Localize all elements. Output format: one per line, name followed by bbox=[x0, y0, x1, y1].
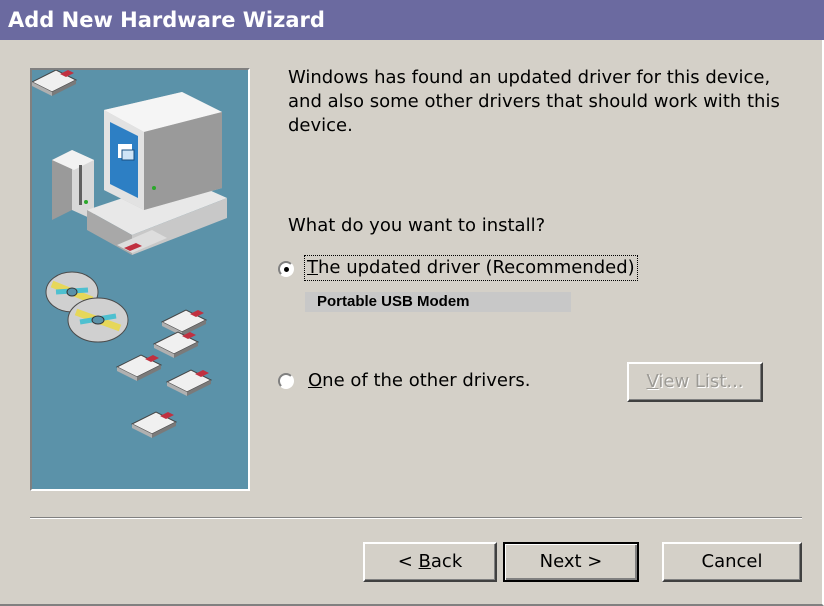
separator bbox=[30, 517, 802, 519]
accelerator-key: O bbox=[308, 370, 323, 391]
cancel-button[interactable]: Cancel bbox=[662, 542, 802, 582]
title-bar[interactable]: Add New Hardware Wizard bbox=[0, 0, 824, 40]
other-drivers-label[interactable]: One of the other drivers. bbox=[308, 369, 530, 393]
radio-selected-dot bbox=[284, 267, 289, 272]
install-question: What do you want to install? bbox=[288, 215, 546, 236]
intro-text: Windows has found an updated driver for … bbox=[288, 67, 780, 136]
wizard-illustration bbox=[30, 68, 250, 491]
view-list-label: iew List... bbox=[658, 371, 744, 392]
radio-updated-driver[interactable] bbox=[278, 261, 294, 277]
device-name-box: Portable USB Modem bbox=[305, 292, 571, 312]
accelerator-key: V bbox=[646, 371, 659, 392]
accelerator-key: T bbox=[307, 257, 318, 278]
accelerator-key: B bbox=[418, 551, 431, 572]
radio-other-drivers[interactable] bbox=[278, 373, 294, 389]
window-title: Add New Hardware Wizard bbox=[8, 8, 325, 32]
device-name: Portable USB Modem bbox=[317, 293, 470, 310]
next-button[interactable]: Next > bbox=[503, 542, 639, 582]
updated-driver-label-text: he updated driver (Recommended) bbox=[318, 257, 635, 278]
other-drivers-label-text: ne of the other drivers. bbox=[322, 370, 531, 391]
view-list-button[interactable]: View List... bbox=[627, 362, 763, 402]
computer-and-disks-illustration bbox=[32, 70, 227, 439]
back-arrow: < bbox=[397, 551, 419, 572]
back-button[interactable]: < Back bbox=[363, 542, 497, 582]
updated-driver-label[interactable]: The updated driver (Recommended) bbox=[304, 255, 638, 281]
back-label: ack bbox=[430, 551, 463, 572]
